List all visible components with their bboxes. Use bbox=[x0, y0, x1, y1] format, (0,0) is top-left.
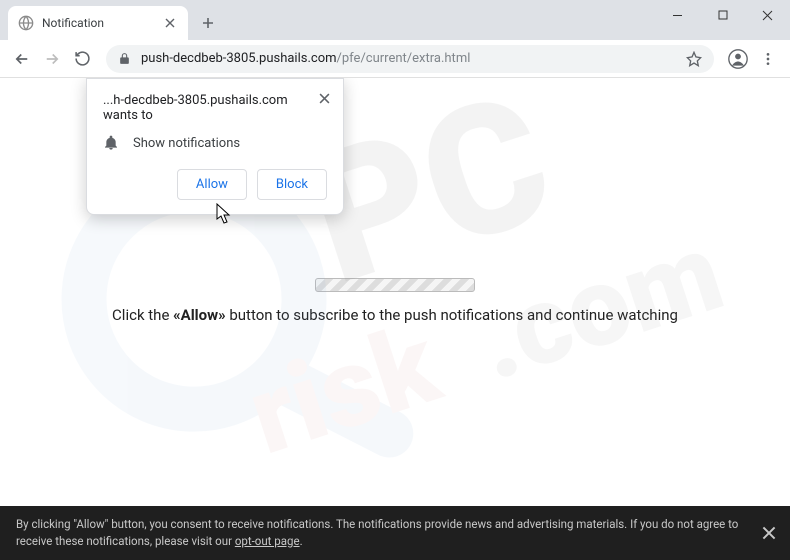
instruction-bold: «Allow» bbox=[173, 306, 226, 324]
prompt-close-icon[interactable] bbox=[315, 89, 333, 107]
maximize-button[interactable] bbox=[700, 0, 745, 30]
block-button[interactable]: Block bbox=[257, 169, 327, 200]
kebab-menu-icon[interactable] bbox=[754, 45, 782, 73]
back-button[interactable] bbox=[8, 45, 36, 73]
url-path: /pfe/current/extra.html bbox=[337, 51, 471, 66]
instruction-suffix: button to subscribe to the push notifica… bbox=[226, 306, 678, 324]
browser-toolbar: push-decdbeb-3805.pushails.com/pfe/curre… bbox=[0, 40, 790, 78]
loading-bar bbox=[315, 278, 475, 292]
window-titlebar: Notification bbox=[0, 0, 790, 40]
consent-text-1: By clicking "Allow" button, you consent … bbox=[16, 517, 738, 548]
browser-tab[interactable]: Notification bbox=[8, 6, 188, 40]
window-controls bbox=[655, 0, 790, 30]
consent-close-icon[interactable] bbox=[762, 526, 776, 540]
bookmark-star-icon[interactable] bbox=[686, 51, 702, 67]
bell-icon bbox=[103, 135, 119, 151]
instruction-prefix: Click the bbox=[112, 306, 173, 324]
close-button[interactable] bbox=[745, 0, 790, 30]
forward-button[interactable] bbox=[38, 45, 66, 73]
notification-permission-prompt: ...h-decdbeb-3805.pushails.com wants to … bbox=[86, 78, 344, 215]
page-content: PC risk .com ...h-decdbeb-3805.pushails.… bbox=[0, 78, 790, 560]
tab-title: Notification bbox=[42, 16, 162, 30]
allow-button[interactable]: Allow bbox=[177, 169, 247, 200]
consent-bar: By clicking "Allow" button, you consent … bbox=[0, 506, 790, 560]
lock-icon bbox=[118, 52, 131, 65]
instruction-text: Click the «Allow» button to subscribe to… bbox=[112, 306, 678, 324]
tab-close-icon[interactable] bbox=[162, 15, 178, 31]
prompt-origin-text: ...h-decdbeb-3805.pushails.com wants to bbox=[103, 93, 327, 123]
consent-text-2: . bbox=[300, 534, 303, 548]
url-text: push-decdbeb-3805.pushails.com/pfe/curre… bbox=[141, 51, 470, 66]
new-tab-button[interactable] bbox=[194, 9, 222, 37]
address-bar[interactable]: push-decdbeb-3805.pushails.com/pfe/curre… bbox=[106, 45, 714, 73]
reload-button[interactable] bbox=[68, 45, 96, 73]
prompt-permission-label: Show notifications bbox=[133, 136, 240, 151]
opt-out-link[interactable]: opt-out page bbox=[235, 534, 300, 548]
mouse-cursor-icon bbox=[216, 203, 232, 225]
url-host: push-decdbeb-3805.pushails.com bbox=[141, 51, 337, 66]
minimize-button[interactable] bbox=[655, 0, 700, 30]
prompt-actions: Allow Block bbox=[103, 169, 327, 200]
profile-button[interactable] bbox=[724, 45, 752, 73]
prompt-permission-row: Show notifications bbox=[103, 135, 327, 151]
globe-icon bbox=[18, 15, 34, 31]
